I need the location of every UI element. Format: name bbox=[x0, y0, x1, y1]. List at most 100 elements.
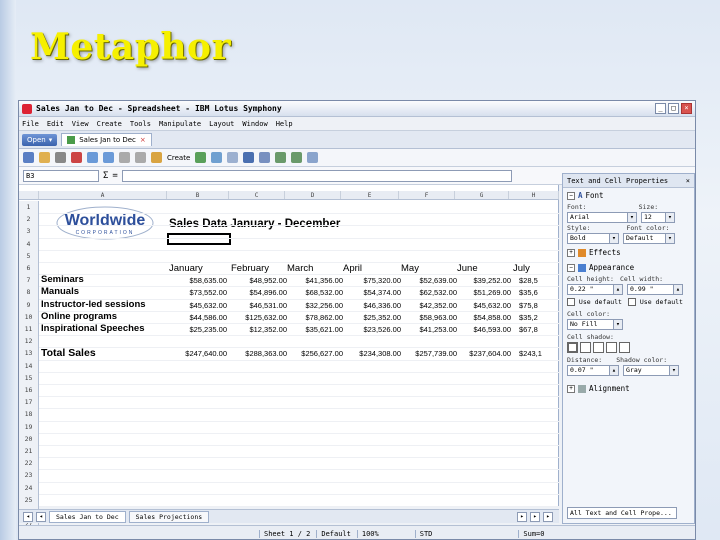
row-header[interactable]: 18 bbox=[19, 408, 39, 421]
appearance-section-header[interactable]: − Appearance bbox=[563, 260, 694, 275]
function-icon[interactable] bbox=[259, 152, 271, 163]
copy-icon[interactable] bbox=[135, 152, 146, 163]
row-label-cell[interactable]: Seminars bbox=[41, 274, 84, 285]
sheet-tab-sales-projections[interactable]: Sales Projections bbox=[128, 510, 210, 523]
row-header[interactable]: 15 bbox=[19, 371, 39, 384]
row-label-cell[interactable]: Inspirational Speeches bbox=[41, 323, 144, 334]
shadow-top-left-button[interactable] bbox=[619, 342, 630, 353]
value-cell[interactable]: $62,532.00 bbox=[401, 288, 457, 297]
expand-icon[interactable]: + bbox=[567, 248, 575, 257]
shadow-top-right-button[interactable] bbox=[593, 342, 604, 353]
column-header-d[interactable]: D bbox=[285, 191, 341, 199]
value-cell[interactable]: $45,632.00 bbox=[457, 301, 511, 310]
menu-edit[interactable]: Edit bbox=[47, 120, 64, 128]
sort-icon[interactable] bbox=[275, 152, 287, 163]
close-tab-icon[interactable]: × bbox=[140, 136, 146, 144]
total-value-cell[interactable]: $237,604.00 bbox=[457, 349, 511, 358]
row-label-cell[interactable]: Manuals bbox=[41, 286, 79, 297]
status-mode[interactable]: STD bbox=[414, 529, 432, 538]
last-sheet-button[interactable]: ▸ bbox=[530, 511, 540, 522]
row-header[interactable]: 8 bbox=[19, 286, 39, 299]
sheet-title[interactable]: Sales Data January - December bbox=[169, 218, 340, 230]
row-header[interactable]: 23 bbox=[19, 469, 39, 482]
row-header[interactable]: 17 bbox=[19, 396, 39, 409]
row-header[interactable]: 24 bbox=[19, 481, 39, 494]
value-cell[interactable]: $35,6 bbox=[519, 288, 549, 297]
value-cell[interactable]: $125,632.00 bbox=[231, 313, 287, 322]
column-header-g[interactable]: G bbox=[455, 191, 509, 199]
value-cell[interactable]: $46,593.00 bbox=[457, 325, 511, 334]
folder-icon[interactable] bbox=[39, 152, 50, 163]
font-size-select[interactable]: 12 ▾ bbox=[641, 212, 675, 223]
menu-layout[interactable]: Layout bbox=[209, 120, 234, 128]
row-header[interactable]: 10 bbox=[19, 310, 39, 323]
value-cell[interactable]: $73,552.00 bbox=[169, 288, 227, 297]
use-default-width-checkbox[interactable]: Use default bbox=[627, 298, 683, 306]
row-header[interactable]: 9 bbox=[19, 298, 39, 311]
row-header[interactable]: 4 bbox=[19, 237, 39, 250]
export-icon[interactable] bbox=[71, 152, 82, 163]
month-header-cell[interactable]: April bbox=[343, 263, 362, 274]
expand-icon[interactable]: + bbox=[567, 384, 575, 393]
value-cell[interactable]: $35,2 bbox=[519, 313, 549, 322]
row-header[interactable]: 12 bbox=[19, 335, 39, 348]
cut-icon[interactable] bbox=[119, 152, 130, 163]
value-cell[interactable]: $67,8 bbox=[519, 325, 549, 334]
prev-sheet-button[interactable]: ◂ bbox=[36, 511, 46, 522]
font-style-select[interactable]: Bold ▾ bbox=[567, 233, 619, 244]
menu-window[interactable]: Window bbox=[242, 120, 267, 128]
row-header[interactable]: 22 bbox=[19, 457, 39, 470]
value-cell[interactable]: $35,621.00 bbox=[287, 325, 343, 334]
maximize-button[interactable]: □ bbox=[668, 103, 679, 114]
value-cell[interactable]: $46,531.00 bbox=[231, 301, 287, 310]
font-name-select[interactable]: Arial ▾ bbox=[567, 212, 637, 223]
total-value-cell[interactable]: $256,627.00 bbox=[287, 349, 343, 358]
column-header-e[interactable]: E bbox=[341, 191, 399, 199]
value-cell[interactable]: $41,356.00 bbox=[287, 276, 343, 285]
column-header-a[interactable]: A bbox=[39, 191, 167, 199]
value-cell[interactable]: $52,639.00 bbox=[401, 276, 457, 285]
row-label-cell[interactable]: Online programs bbox=[41, 311, 117, 322]
month-header-cell[interactable]: July bbox=[513, 263, 530, 274]
menu-create[interactable]: Create bbox=[97, 120, 122, 128]
value-cell[interactable]: $54,374.00 bbox=[343, 288, 401, 297]
sidebar-toggle-icon[interactable] bbox=[307, 152, 319, 163]
value-cell[interactable]: $44,586.00 bbox=[169, 313, 227, 322]
close-sidebar-icon[interactable]: × bbox=[686, 177, 690, 185]
value-cell[interactable]: $23,526.00 bbox=[343, 325, 401, 334]
value-cell[interactable]: $45,632.00 bbox=[169, 301, 227, 310]
next-sheet-button[interactable]: ▸ bbox=[517, 511, 527, 522]
row-header[interactable]: 5 bbox=[19, 249, 39, 262]
redo-icon[interactable] bbox=[103, 152, 114, 163]
create-menu-button[interactable]: Create bbox=[167, 154, 190, 162]
column-header-b[interactable]: B bbox=[167, 191, 229, 199]
value-cell[interactable]: $78,862.00 bbox=[287, 313, 343, 322]
font-color-select[interactable]: Default ▾ bbox=[623, 233, 675, 244]
undo-icon[interactable] bbox=[87, 152, 98, 163]
row-header[interactable]: 19 bbox=[19, 420, 39, 433]
shadow-bottom-right-button[interactable] bbox=[580, 342, 591, 353]
selected-cell-b3[interactable] bbox=[167, 233, 231, 245]
row-header[interactable]: 21 bbox=[19, 445, 39, 458]
total-value-cell[interactable]: $234,308.00 bbox=[343, 349, 401, 358]
value-cell[interactable]: $58,635.00 bbox=[169, 276, 227, 285]
distance-spinner[interactable]: 0.07 " ▴ bbox=[567, 365, 619, 376]
cell-width-spinner[interactable]: 0.99 " ▴ bbox=[627, 284, 683, 295]
effects-section-header[interactable]: + Effects bbox=[563, 245, 694, 260]
shadow-color-select[interactable]: Gray ▾ bbox=[623, 365, 679, 376]
month-header-cell[interactable]: March bbox=[287, 263, 313, 274]
chart-icon[interactable] bbox=[195, 152, 207, 163]
menu-manipulate[interactable]: Manipulate bbox=[159, 120, 201, 128]
value-cell[interactable]: $75,320.00 bbox=[343, 276, 401, 285]
value-cell[interactable]: $75,8 bbox=[519, 301, 549, 310]
value-cell[interactable]: $46,336.00 bbox=[343, 301, 401, 310]
row-header[interactable]: 7 bbox=[19, 274, 39, 287]
value-cell[interactable]: $41,253.00 bbox=[401, 325, 457, 334]
scroll-right-button[interactable]: ▸ bbox=[543, 511, 553, 522]
menu-tools[interactable]: Tools bbox=[130, 120, 151, 128]
use-default-height-checkbox[interactable]: Use default bbox=[567, 298, 622, 306]
row-label-cell[interactable]: Instructor-led sessions bbox=[41, 299, 146, 310]
row-header[interactable]: 11 bbox=[19, 323, 39, 336]
value-cell[interactable]: $42,352.00 bbox=[401, 301, 457, 310]
first-sheet-button[interactable]: ◂ bbox=[23, 511, 33, 522]
